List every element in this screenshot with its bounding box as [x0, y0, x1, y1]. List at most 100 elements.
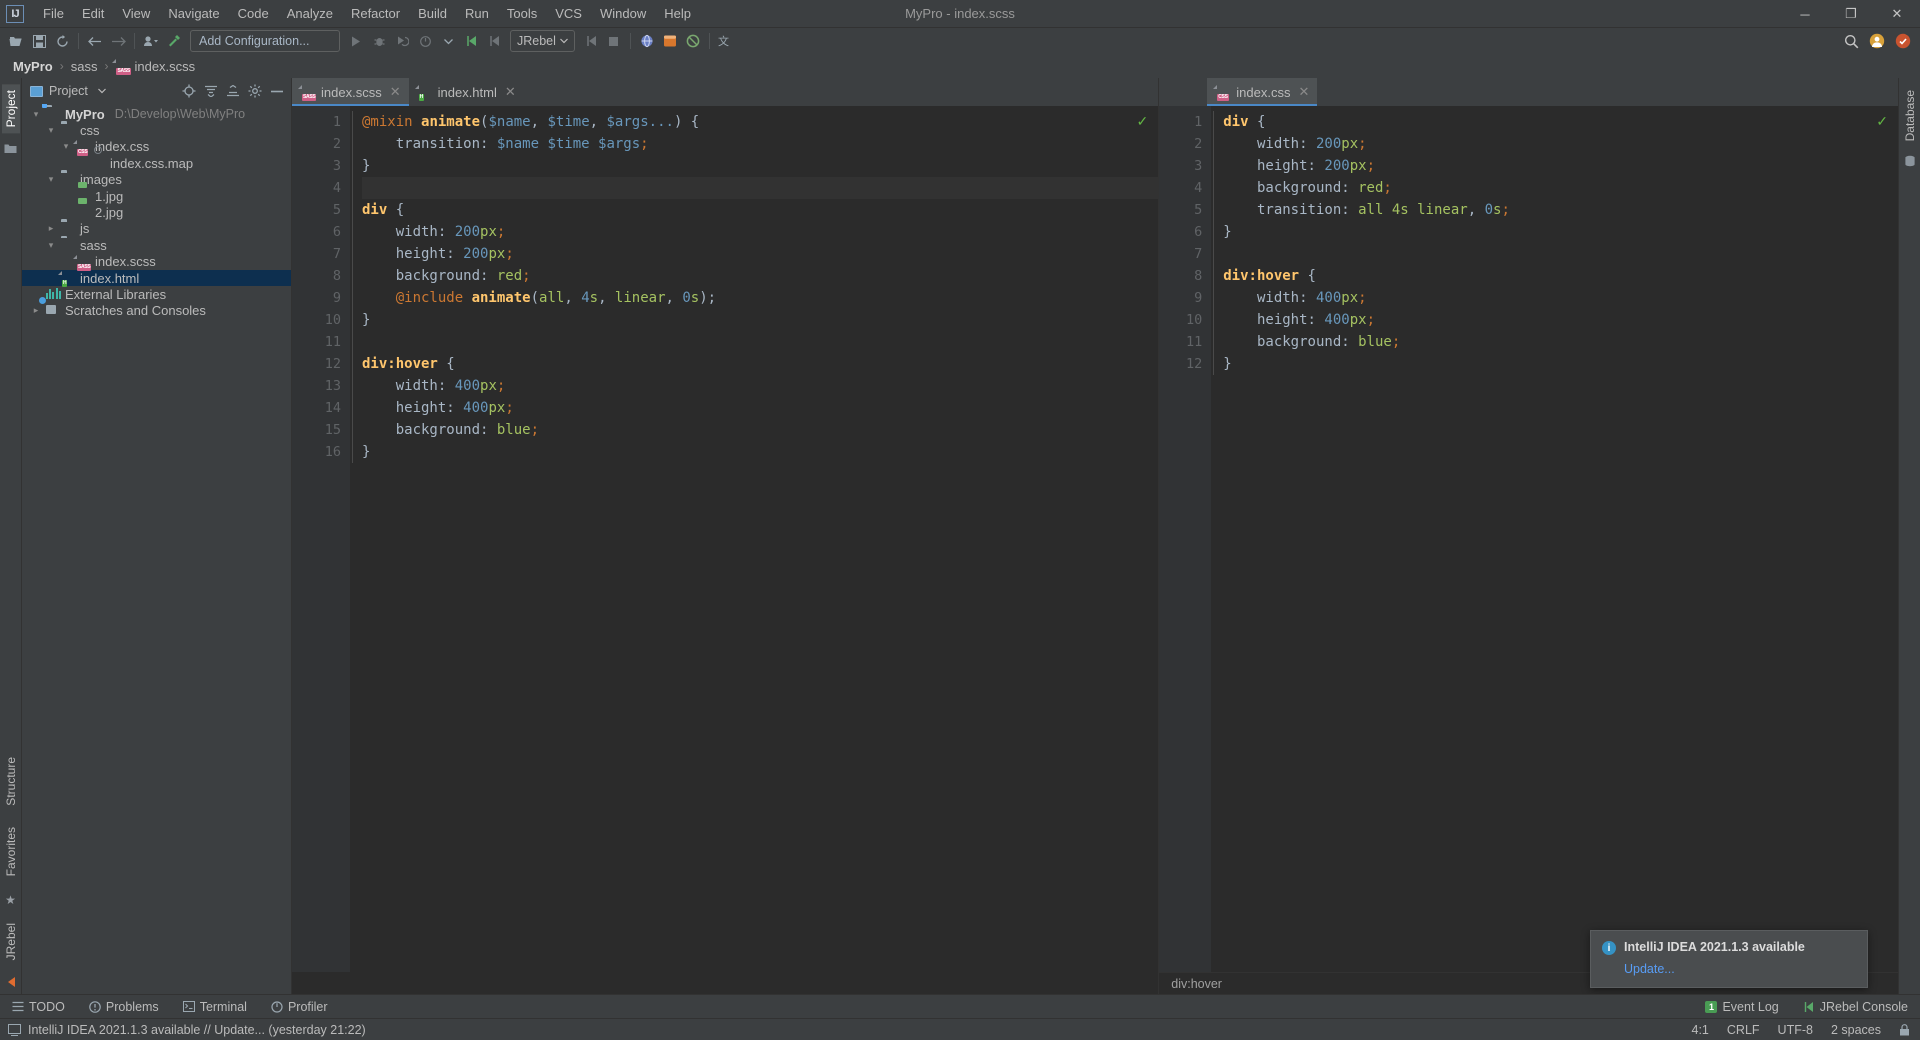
menu-item-code[interactable]: Code [229, 2, 278, 25]
tree-node-css[interactable]: ▾ css [22, 122, 291, 138]
run-icon[interactable] [345, 30, 367, 52]
caret-position[interactable]: 4:1 [1692, 1023, 1709, 1037]
chevron-down-icon[interactable] [94, 83, 111, 100]
code-line[interactable]: } [362, 441, 1158, 463]
tree-node-images[interactable]: ▾ images [22, 172, 291, 188]
menu-item-build[interactable]: Build [409, 2, 456, 25]
collapse-all-icon[interactable] [224, 83, 241, 100]
code-line[interactable]: background: blue; [1223, 331, 1898, 353]
breadcrumb-item-sass[interactable]: sass [68, 58, 101, 75]
code-line[interactable]: } [1223, 221, 1898, 243]
menu-item-tools[interactable]: Tools [498, 2, 546, 25]
code-line[interactable]: @mixin animate($name, $time, $args...) { [362, 111, 1158, 133]
forward-arrow-icon[interactable] [107, 30, 129, 52]
editor-right-viewport[interactable]: 1 2 3 4 5 6 7 8 9 10 11 12 div { width: 200px; heig… [1159, 106, 1899, 972]
tool-button-jrebel-console[interactable]: JRebel Console [1799, 998, 1912, 1016]
user-profile-icon[interactable] [140, 30, 162, 52]
code-line[interactable]: height: 200px; [1223, 155, 1898, 177]
maximize-button[interactable]: ❐ [1828, 0, 1874, 28]
hammer-icon[interactable] [163, 30, 185, 52]
tool-button-problems[interactable]: Problems [85, 998, 163, 1016]
code-line[interactable]: } [362, 155, 1158, 177]
sidebar-item-structure[interactable]: Structure [2, 751, 20, 812]
back-arrow-icon[interactable] [84, 30, 106, 52]
line-separator[interactable]: CRLF [1727, 1023, 1760, 1037]
menu-item-vcs[interactable]: VCS [546, 2, 591, 25]
menu-item-analyze[interactable]: Analyze [278, 2, 342, 25]
save-icon[interactable] [28, 30, 50, 52]
tree-node-index-html[interactable]: Hindex.html [22, 269, 291, 288]
code-line[interactable] [1223, 243, 1898, 265]
commit-folder-icon[interactable] [4, 143, 17, 154]
jrebel-action-icon[interactable] [580, 30, 602, 52]
tree-node-index-css[interactable]: ▾ CSS index.css [22, 139, 291, 156]
code-line[interactable] [362, 177, 1159, 199]
chevron-down-icon[interactable]: ▾ [45, 125, 57, 136]
tree-node-mypro[interactable]: ▾ MyPro D:\Develop\Web\MyPro [22, 106, 291, 122]
code-line[interactable]: } [1223, 353, 1898, 375]
code-line[interactable]: width: 400px; [1223, 287, 1898, 309]
chevron-down-icon[interactable]: ▾ [45, 174, 57, 185]
breadcrumb-item-file[interactable]: SASS index.scss [112, 58, 198, 75]
tree-node-index-scss[interactable]: SASS index.scss [22, 254, 291, 271]
editor-tabs-left[interactable]: SASS index.scss ✕ Hindex.html ✕ [292, 78, 1159, 106]
sidebar-item-project[interactable]: Project [1, 84, 20, 134]
code-line[interactable]: transition: $name $time $args; [362, 133, 1158, 155]
sync-icon[interactable] [51, 30, 73, 52]
plugin-globe-icon[interactable] [636, 30, 658, 52]
menu-item-view[interactable]: View [113, 2, 159, 25]
editor-tab-index-css[interactable]: CSS index.css ✕ [1207, 78, 1318, 106]
coverage-icon[interactable] [391, 30, 413, 52]
browser-chrome-icon[interactable] [659, 30, 681, 52]
code-line[interactable]: height: 400px; [1223, 309, 1898, 331]
chevron-down-icon[interactable]: ▾ [60, 141, 72, 152]
jrebel-run-icon[interactable] [460, 30, 482, 52]
editor-gutter-left[interactable]: 1 2 3 4 5 6 7 8 9 10 11 12 13 14 15 16 [292, 106, 366, 972]
run-configuration-selector[interactable]: Add Configuration... [190, 30, 340, 52]
code-line[interactable]: width: 400px; [362, 375, 1158, 397]
tool-button-profiler[interactable]: Profiler [267, 998, 332, 1016]
code-line[interactable]: div:hover { [1223, 265, 1898, 287]
tree-node-external-libraries[interactable]: External Libraries [22, 286, 291, 302]
code-line[interactable]: background: red; [362, 265, 1158, 287]
settings-gear-icon[interactable] [246, 83, 263, 100]
sidebar-item-database[interactable]: Database [1901, 84, 1919, 147]
close-tab-icon[interactable]: ✕ [390, 84, 401, 100]
tool-button-event-log[interactable]: 1 Event Log [1701, 998, 1782, 1016]
project-tree[interactable]: ▾ MyPro D:\Develop\Web\MyPro ▾ css ▾ CSS index.… [22, 104, 291, 994]
file-encoding[interactable]: UTF-8 [1778, 1023, 1813, 1037]
breadcrumb-item-project[interactable]: MyPro [10, 58, 56, 75]
locate-icon[interactable] [180, 83, 197, 100]
notifications-icon[interactable] [1892, 30, 1914, 52]
hide-panel-icon[interactable] [268, 83, 285, 100]
editor-code-right[interactable]: div { width: 200px; height: 200px; backg… [1211, 106, 1899, 972]
profiler-icon[interactable] [414, 30, 436, 52]
code-line[interactable]: div { [1223, 111, 1898, 133]
expand-all-icon[interactable] [202, 83, 219, 100]
open-folder-icon[interactable] [5, 30, 27, 52]
jrebel-selector[interactable]: JRebel [510, 30, 575, 52]
editor-tab-index-html[interactable]: Hindex.html ✕ [408, 78, 524, 106]
close-button[interactable]: ✕ [1874, 0, 1920, 28]
editor-left-viewport[interactable]: 1 2 3 4 5 6 7 8 9 10 11 12 13 14 15 16 @mixin animate($… [292, 106, 1159, 972]
menu-item-refactor[interactable]: Refactor [342, 2, 409, 25]
tree-node-js[interactable]: ▸ js [22, 221, 291, 237]
tool-button-todo[interactable]: TODO [8, 998, 69, 1016]
notification-balloon[interactable]: i IntelliJ IDEA 2021.1.3 available Updat… [1590, 930, 1868, 988]
chevron-right-icon[interactable]: ▸ [30, 305, 42, 316]
editor-tab-index-scss[interactable]: SASS index.scss ✕ [292, 78, 409, 106]
code-line[interactable]: height: 200px; [362, 243, 1158, 265]
menu-item-edit[interactable]: Edit [73, 2, 113, 25]
sidebar-item-jrebel[interactable]: JRebel [2, 917, 20, 966]
chevron-right-icon[interactable]: ▸ [45, 223, 57, 234]
chevron-down-icon[interactable]: ▾ [30, 109, 42, 120]
account-icon[interactable] [1866, 30, 1888, 52]
tool-button-terminal[interactable]: Terminal [179, 998, 251, 1016]
indent-setting[interactable]: 2 spaces [1831, 1023, 1881, 1037]
stop-icon[interactable] [603, 30, 625, 52]
message-icon[interactable] [8, 1023, 21, 1036]
sidebar-item-favorites[interactable]: Favorites [2, 821, 20, 882]
translate-icon[interactable]: 文 [715, 30, 737, 52]
tree-node-2-jpg[interactable]: 2.jpg [22, 204, 291, 220]
lock-icon[interactable] [1899, 1023, 1910, 1036]
